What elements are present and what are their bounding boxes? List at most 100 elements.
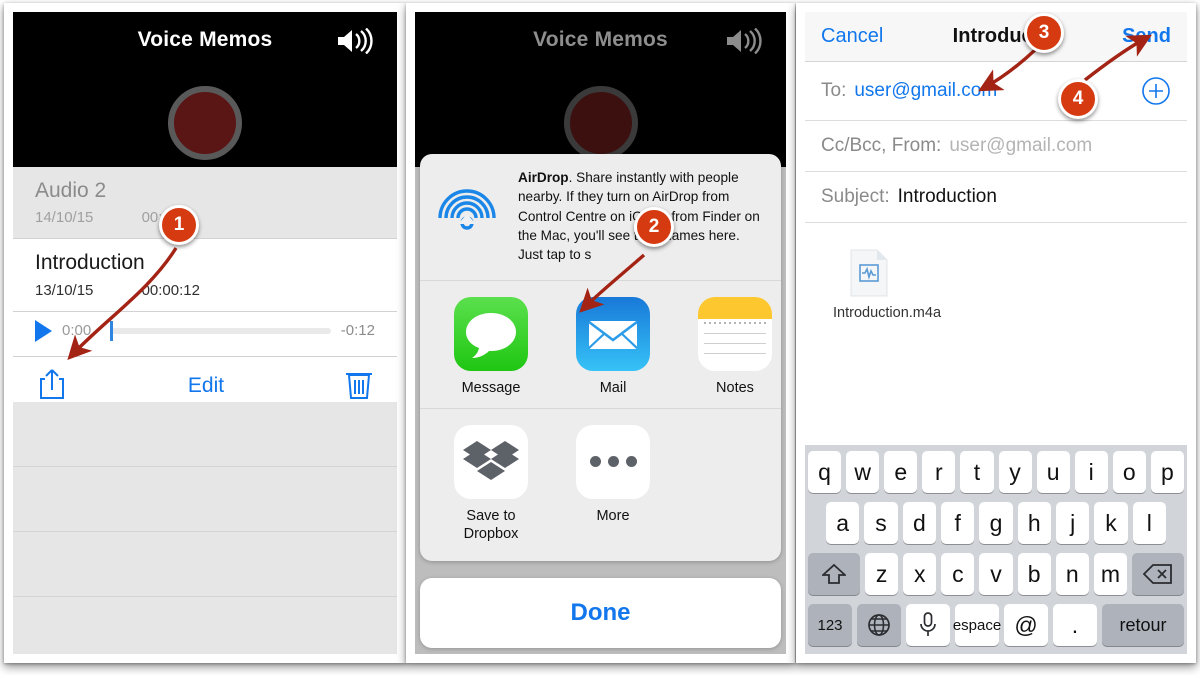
key-j[interactable]: j: [1055, 502, 1090, 544]
remaining-time: -0:12: [340, 322, 375, 340]
empty-row: [13, 467, 397, 532]
key-f[interactable]: f: [941, 502, 975, 544]
speaker-waves-icon[interactable]: [335, 27, 375, 55]
key-p[interactable]: p: [1150, 451, 1184, 493]
share-icon[interactable]: [37, 367, 67, 406]
microphone-icon[interactable]: [906, 604, 950, 646]
panel2-screen: Voice Memos AirDrop. Share instantly wit…: [415, 12, 786, 654]
airdrop-title: AirDrop: [518, 170, 569, 185]
key-l[interactable]: l: [1132, 502, 1166, 544]
done-button[interactable]: Done: [420, 578, 781, 648]
memo-duration: 00:00:12: [141, 281, 200, 299]
dropbox-icon: [454, 424, 528, 499]
key-e[interactable]: e: [884, 451, 918, 493]
key-g[interactable]: g: [979, 502, 1013, 544]
panel1-screen: Voice Memos Audio 2 14/10/15 00:00:0: [13, 12, 397, 654]
key-a[interactable]: a: [826, 502, 860, 544]
key-i[interactable]: i: [1074, 451, 1108, 493]
empty-row: [13, 402, 397, 467]
panel-voice-memos: Voice Memos Audio 2 14/10/15 00:00:0: [4, 3, 406, 663]
shift-icon[interactable]: [808, 553, 860, 595]
voice-memos-header: Voice Memos: [13, 12, 397, 167]
plus-circle-icon[interactable]: [1141, 76, 1171, 106]
trash-icon[interactable]: [345, 368, 373, 405]
empty-row: [13, 597, 397, 654]
field-to[interactable]: To: user@gmail.com: [805, 62, 1187, 121]
key-u[interactable]: u: [1036, 451, 1070, 493]
compose-nav-bar: Cancel Introduct Send: [805, 12, 1187, 62]
empty-row: [13, 532, 397, 597]
share-app-label: Message: [461, 380, 521, 397]
field-value[interactable]: Introduction: [898, 186, 997, 208]
period-key[interactable]: .: [1053, 604, 1097, 646]
key-k[interactable]: k: [1094, 502, 1128, 544]
scrubber-knob[interactable]: [110, 320, 113, 341]
field-subject[interactable]: Subject: Introduction: [805, 172, 1187, 223]
key-b[interactable]: b: [1017, 553, 1051, 595]
callout-badge-2: 2: [634, 207, 674, 247]
key-m[interactable]: m: [1093, 553, 1127, 595]
share-app-notes[interactable]: Notes: [686, 297, 781, 397]
key-t[interactable]: t: [960, 451, 994, 493]
share-action-dropbox[interactable]: Save to Dropbox: [442, 424, 540, 543]
keyboard-row-3: z x c v b n m: [808, 553, 1184, 595]
memo-list-item-audio2[interactable]: Audio 2 14/10/15 00:00:0: [13, 167, 397, 240]
panel-share-sheet: Voice Memos AirDrop. Share instantly wit…: [406, 3, 795, 663]
key-s[interactable]: s: [864, 502, 898, 544]
edit-button[interactable]: Edit: [188, 374, 224, 398]
field-cc-bcc-from[interactable]: Cc/Bcc, From: user@gmail.com: [805, 121, 1187, 172]
space-key[interactable]: espace: [953, 604, 1001, 646]
audio-player: 0:00 -0:12: [13, 312, 397, 356]
memo-name: Audio 2: [35, 179, 107, 202]
key-o[interactable]: o: [1112, 451, 1146, 493]
field-value[interactable]: user@gmail.com: [854, 80, 997, 102]
callout-badge-1: 1: [159, 205, 199, 245]
key-v[interactable]: v: [979, 553, 1013, 595]
memo-list-item-introduction[interactable]: Introduction 13/10/15 00:00:12: [13, 239, 397, 312]
at-key[interactable]: @: [1004, 604, 1048, 646]
globe-icon[interactable]: [857, 604, 901, 646]
key-w[interactable]: w: [846, 451, 880, 493]
callout-badge-3: 3: [1024, 13, 1064, 53]
field-label: Cc/Bcc, From:: [821, 135, 942, 156]
key-x[interactable]: x: [903, 553, 937, 595]
keyboard-row-1: q w e r t y u i o p: [808, 451, 1184, 493]
memo-date: 14/10/15: [35, 209, 94, 227]
backspace-icon[interactable]: [1131, 553, 1184, 595]
key-z[interactable]: z: [865, 553, 899, 595]
key-h[interactable]: h: [1017, 502, 1051, 544]
play-icon[interactable]: [35, 319, 52, 342]
key-y[interactable]: y: [998, 451, 1032, 493]
share-apps-row-1: Message Mail Notes: [420, 281, 781, 409]
return-key[interactable]: retour: [1102, 604, 1184, 646]
memo-meta: 14/10/15 00:00:0: [35, 209, 375, 226]
record-button: [563, 86, 638, 160]
field-label: To:: [821, 80, 847, 101]
field-label: Subject:: [821, 186, 890, 207]
callout-badge-4: 4: [1058, 79, 1098, 119]
record-button[interactable]: [168, 86, 242, 160]
done-label: Done: [570, 599, 631, 626]
share-action-more[interactable]: More: [564, 424, 662, 543]
share-apps-row-2: Save to Dropbox More: [420, 409, 781, 561]
key-n[interactable]: n: [1055, 553, 1089, 595]
audio-file-icon: [849, 249, 889, 297]
key-q[interactable]: q: [808, 451, 842, 493]
key-c[interactable]: c: [941, 553, 975, 595]
field-value[interactable]: user@gmail.com: [949, 135, 1092, 157]
scrubber-track[interactable]: [110, 320, 331, 341]
speaker-waves-icon: [724, 27, 764, 55]
panel3-screen: Cancel Introduct Send To: user@gmail.com…: [805, 12, 1187, 654]
memo-date: 13/10/15: [35, 281, 94, 299]
attachment[interactable]: Introduction.m4a: [833, 249, 973, 321]
more-dots-icon: [576, 424, 650, 499]
numbers-key[interactable]: 123: [808, 604, 852, 646]
key-r[interactable]: r: [922, 451, 956, 493]
message-app-icon: [454, 297, 528, 372]
key-d[interactable]: d: [902, 502, 936, 544]
message-body[interactable]: Introduction.m4a: [805, 223, 1187, 401]
share-app-mail[interactable]: Mail: [564, 297, 662, 397]
airdrop-section[interactable]: AirDrop. Share instantly with people nea…: [420, 154, 781, 282]
share-app-message[interactable]: Message: [442, 297, 540, 397]
airdrop-icon: [430, 168, 504, 264]
